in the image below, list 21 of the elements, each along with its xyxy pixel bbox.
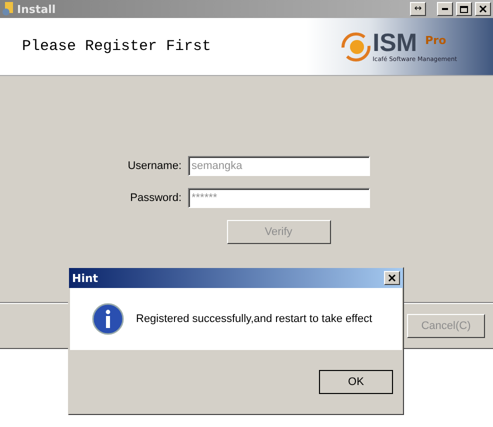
resize-button[interactable]: ↔ [410, 2, 426, 16]
field-label: Password: [129, 192, 182, 204]
info-icon [92, 303, 124, 335]
logo-suffix: Pro [425, 34, 446, 47]
close-icon [479, 5, 487, 13]
field-label: Username: [126, 160, 182, 172]
maximize-button[interactable] [456, 2, 472, 16]
close-button[interactable] [384, 271, 400, 285]
close-button[interactable] [475, 2, 491, 16]
window-title: Install [17, 2, 57, 16]
maximize-icon [460, 6, 468, 12]
swirl-logo-icon [340, 32, 371, 62]
minimize-button[interactable] [437, 2, 453, 16]
installer-icon [2, 2, 14, 16]
page-heading: Please Register First [22, 38, 212, 55]
ok-button[interactable]: OK [319, 370, 393, 394]
close-icon [388, 274, 396, 282]
logo-name: ISM [372, 30, 418, 56]
minimize-icon [442, 8, 448, 10]
dialog-message: Registered successfully,and restart to take effect [136, 313, 372, 325]
dialog-title: Hint [72, 272, 98, 284]
